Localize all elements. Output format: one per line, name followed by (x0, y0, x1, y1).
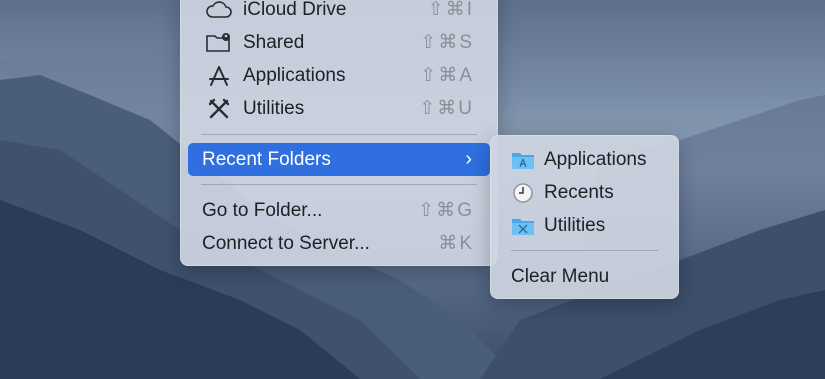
shortcut-label: ⇧⌘U (419, 98, 474, 119)
shortcut-label: ⇧⌘A (420, 65, 474, 86)
menu-item-recent-folders[interactable]: Recent Folders › (188, 143, 490, 176)
utilities-icon (204, 96, 234, 122)
menu-item-icloud-drive[interactable]: iCloud Drive ⇧⌘I (188, 0, 490, 26)
menu-item-label: Applications (243, 64, 346, 86)
submenu-item-label: Applications (544, 148, 647, 170)
menu-item-utilities[interactable]: Utilities ⇧⌘U (188, 92, 490, 125)
menu-item-label: Utilities (243, 97, 305, 119)
submenu-separator (511, 250, 658, 251)
shared-folder-icon (204, 30, 234, 56)
folder-utilities-icon (510, 214, 536, 238)
menu-item-label: Connect to Server... (202, 232, 370, 254)
menu-item-shared[interactable]: Shared ⇧⌘S (188, 26, 490, 59)
menu-item-label: Recent Folders (202, 148, 331, 170)
recent-folders-submenu: Applications Recents Utilities Clear Men… (490, 135, 679, 299)
submenu-item-label: Utilities (544, 214, 606, 236)
folder-applications-icon (510, 148, 536, 172)
menu-item-label: Go to Folder... (202, 199, 323, 221)
menu-item-applications[interactable]: Applications ⇧⌘A (188, 59, 490, 92)
menu-separator (201, 184, 477, 185)
menu-item-connect-to-server[interactable]: Connect to Server... ⌘K (188, 227, 490, 260)
shortcut-label: ⇧⌘G (418, 200, 474, 221)
menu-item-label: iCloud Drive (243, 0, 347, 20)
submenu-item-clear-menu[interactable]: Clear Menu (498, 260, 671, 293)
submenu-item-recents[interactable]: Recents (498, 176, 671, 209)
shortcut-label: ⌘K (438, 233, 474, 254)
shortcut-label: ⇧⌘S (420, 32, 474, 53)
menu-item-go-to-folder[interactable]: Go to Folder... ⇧⌘G (188, 194, 490, 227)
submenu-item-label: Clear Menu (511, 265, 610, 287)
clock-icon (510, 181, 536, 205)
cloud-icon (204, 0, 234, 23)
menu-item-label: Shared (243, 31, 305, 53)
submenu-item-label: Recents (544, 181, 614, 203)
go-menu: iCloud Drive ⇧⌘I Shared ⇧⌘S Applications… (180, 0, 498, 266)
applications-icon (204, 63, 234, 89)
submenu-item-applications[interactable]: Applications (498, 143, 671, 176)
submenu-item-utilities[interactable]: Utilities (498, 209, 671, 242)
shortcut-label: ⇧⌘I (427, 0, 474, 20)
chevron-right-icon: › (465, 148, 472, 170)
menu-separator (201, 134, 477, 135)
